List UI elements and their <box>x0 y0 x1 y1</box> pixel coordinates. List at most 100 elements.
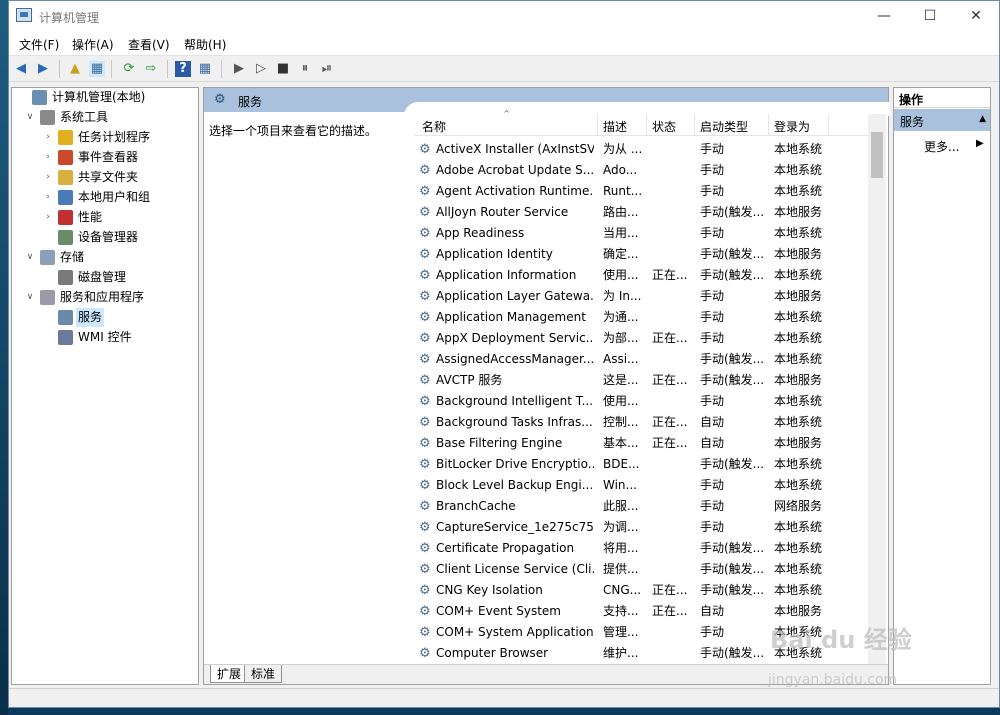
expand-arrow-icon[interactable]: › <box>42 168 54 187</box>
pause-service-icon[interactable]: ⏸ <box>297 61 313 77</box>
watermark-logo: Bai du 经验 <box>770 626 912 654</box>
service-row[interactable]: ⚙ BitLocker Drive Encryptio... BDE... 手动(触发… <box>414 454 868 475</box>
expand-arrow-icon[interactable]: ∨ <box>24 248 36 267</box>
service-row[interactable]: ⚙ AVCTP 服务 这是... 正在... 手动(触发... 本地服务 <box>414 370 868 391</box>
collapse-chevron-icon[interactable]: ▲ <box>979 114 986 124</box>
service-row[interactable]: ⚙ CNG Key Isolation CNG... 正在... 手动(触发... 本地系… <box>414 580 868 601</box>
column-status[interactable]: 状态 <box>652 118 676 135</box>
service-row[interactable]: ⚙ Background Intelligent T... 使用... 手动 本地系统 <box>414 391 868 412</box>
service-name: Background Intelligent T... <box>436 394 594 408</box>
service-gear-icon: ⚙ <box>419 583 431 598</box>
service-description: 使用... <box>603 268 639 282</box>
close-button[interactable]: ✕ <box>953 1 999 32</box>
expand-arrow-icon[interactable]: › <box>42 148 54 167</box>
up-folder-icon[interactable]: ▲ <box>67 61 83 77</box>
service-startup-type: 自动 <box>700 604 725 618</box>
service-status: 正在... <box>652 331 688 345</box>
service-logon-as: 本地服务 <box>774 436 823 450</box>
vertical-scrollbar[interactable] <box>868 114 886 664</box>
expand-arrow-icon[interactable]: ∨ <box>24 288 36 307</box>
service-startup-type: 手动 <box>700 625 725 639</box>
service-row[interactable]: ⚙ Application Information 使用... 正在... 手动(触发.… <box>414 265 868 286</box>
menu-help[interactable]: 帮助(H) <box>184 36 226 53</box>
service-name: ActiveX Installer (AxInstSV) <box>436 142 594 156</box>
computer-management-window: 计算机管理 — ☐ ✕ 文件(F) 操作(A) 查看(V) 帮助(H) ◀ ▶ … <box>8 0 1000 708</box>
service-gear-icon: ⚙ <box>419 184 431 199</box>
service-status: 正在... <box>652 373 688 387</box>
service-logon-as: 本地系统 <box>774 520 823 534</box>
refresh-icon[interactable]: ⟳ <box>121 61 137 77</box>
service-startup-type: 手动 <box>700 499 725 513</box>
service-row[interactable]: ⚙ Base Filtering Engine 基本... 正在... 自动 本地服务 <box>414 433 868 454</box>
service-row[interactable]: ⚙ AllJoyn Router Service 路由... 手动(触发... 本地服务 <box>414 202 868 223</box>
service-row[interactable]: ⚙ Application Management 为通... 手动 本地系统 <box>414 307 868 328</box>
service-description: 使用... <box>603 394 639 408</box>
device-manager-icon <box>58 230 73 245</box>
service-row[interactable]: ⚙ Background Tasks Infras... 控制... 正在... 自动 本… <box>414 412 868 433</box>
service-row[interactable]: ⚙ Block Level Backup Engi... Win... 手动 本地系统 <box>414 475 868 496</box>
show-tree-icon[interactable]: ▦ <box>89 61 105 77</box>
service-description: 为部... <box>603 331 639 345</box>
service-row[interactable]: ⚙ Adobe Acrobat Update S... Ado... 手动 本地系统 <box>414 160 868 181</box>
menu-file[interactable]: 文件(F) <box>19 36 59 53</box>
service-row[interactable]: ⚙ COM+ Event System 支持... 正在... 自动 本地服务 <box>414 601 868 622</box>
scrollbar-thumb[interactable] <box>871 132 883 178</box>
tab-standard[interactable]: 标准 <box>244 665 283 683</box>
service-row[interactable]: ⚙ AppX Deployment Servic... 为部... 正在... 手动 本地… <box>414 328 868 349</box>
tab-extended[interactable]: 扩展 <box>210 665 249 683</box>
column-startup-type[interactable]: 启动类型 <box>700 118 748 135</box>
service-logon-as: 本地系统 <box>774 541 823 555</box>
maximize-button[interactable]: ☐ <box>907 1 953 32</box>
menu-view[interactable]: 查看(V) <box>128 36 170 53</box>
service-row[interactable]: ⚙ App Readiness 当用... 手动 本地系统 <box>414 223 868 244</box>
service-row[interactable]: ⚙ Client License Service (Cli... 提供... 手动(触… <box>414 559 868 580</box>
service-description: BDE... <box>603 457 640 471</box>
service-gear-icon: ⚙ <box>419 373 431 388</box>
actions-section-services[interactable]: 服务 ▲ <box>894 109 990 131</box>
start-service-alt-icon[interactable]: ▷ <box>253 61 269 77</box>
service-logon-as: 本地服务 <box>774 205 823 219</box>
service-gear-icon: ⚙ <box>419 310 431 325</box>
service-row[interactable]: ⚙ Certificate Propagation 将用... 手动(触发... 本地系… <box>414 538 868 559</box>
service-description: 此服... <box>603 499 639 513</box>
service-description: Assi... <box>603 352 639 366</box>
menu-action[interactable]: 操作(A) <box>72 36 114 53</box>
service-gear-icon: ⚙ <box>419 247 431 262</box>
forward-arrow-icon[interactable]: ▶ <box>35 61 51 77</box>
minimize-button[interactable]: — <box>861 1 907 32</box>
service-description: 基本... <box>603 436 639 450</box>
performance-icon <box>58 210 73 225</box>
column-name[interactable]: 名称 <box>422 118 446 135</box>
help-icon[interactable]: ? <box>175 61 191 77</box>
start-service-icon[interactable]: ▶ <box>231 61 247 77</box>
restart-service-icon[interactable]: ⏯ <box>319 61 335 77</box>
stop-service-icon[interactable]: ■ <box>275 61 291 77</box>
tree-item-label: 本地用户和组 <box>78 190 151 204</box>
service-row[interactable]: ⚙ Application Identity 确定... 手动(触发... 本地服务 <box>414 244 868 265</box>
service-name: AllJoyn Router Service <box>436 205 569 219</box>
service-row[interactable]: ⚙ Agent Activation Runtime... Runt... 手动 本地系… <box>414 181 868 202</box>
expand-arrow-icon[interactable]: › <box>42 128 54 147</box>
expand-arrow-icon[interactable]: › <box>42 188 54 207</box>
service-row[interactable]: ⚙ AssignedAccessManager... Assi... 手动(触发...… <box>414 349 868 370</box>
service-row[interactable]: ⚙ Application Layer Gatewa... 为 In... 手动 本地服… <box>414 286 868 307</box>
computer-icon <box>32 90 47 105</box>
tree-item-label: 磁盘管理 <box>78 270 127 284</box>
service-row[interactable]: ⚙ BranchCache 此服... 手动 网络服务 <box>414 496 868 517</box>
service-gear-icon: ⚙ <box>419 625 431 640</box>
expand-arrow-icon[interactable]: › <box>42 208 54 227</box>
service-name: Certificate Propagation <box>436 541 575 555</box>
column-header-row: 名称 ⌃ 描述 状态 启动类型 登录为 <box>414 108 868 136</box>
service-row[interactable]: ⚙ ActiveX Installer (AxInstSV) 为从 ... 手动 本地系… <box>414 139 868 160</box>
expand-arrow-icon[interactable]: ∨ <box>24 108 36 127</box>
more-actions-item[interactable]: 更多... ▶ <box>924 138 984 155</box>
back-arrow-icon[interactable]: ◀ <box>13 61 29 77</box>
service-row[interactable]: ⚙ CaptureService_1e275c75 为调... 手动 本地系统 <box>414 517 868 538</box>
column-logon-as[interactable]: 登录为 <box>774 118 810 135</box>
service-startup-type: 手动(触发... <box>700 373 765 387</box>
service-logon-as: 本地系统 <box>774 163 823 177</box>
export-list-icon[interactable]: ⇨ <box>143 61 159 77</box>
column-description[interactable]: 描述 <box>603 118 627 135</box>
services-panel: ⚙ 服务 选择一个项目来查看它的描述。 名称 ⌃ 描述 状态 启动类型 登录为 … <box>203 87 890 685</box>
properties-icon[interactable]: ▦ <box>197 61 213 77</box>
